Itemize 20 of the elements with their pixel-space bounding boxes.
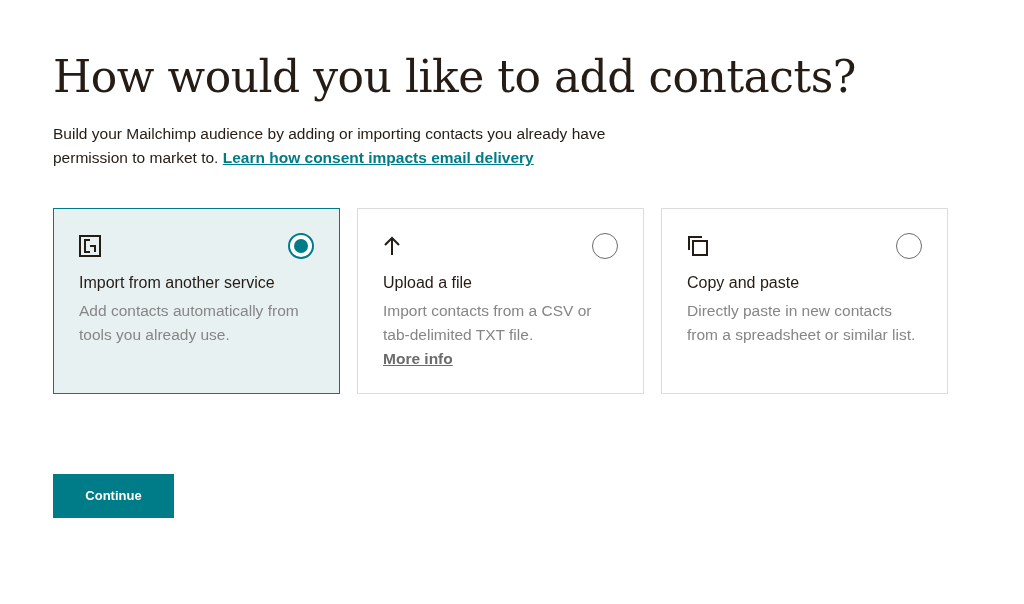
option-title: Import from another service [79,273,276,293]
bracket-square-icon [79,235,101,257]
option-description: Add contacts automatically from tools you already use. [79,301,300,345]
page-title: How would you like to add contacts? [53,50,856,104]
continue-button[interactable]: Continue [53,474,174,518]
radio-button[interactable] [592,233,618,259]
radio-button[interactable] [896,233,922,259]
consent-link[interactable]: Learn how consent impacts email delivery [222,149,534,166]
option-card[interactable]: Copy and paste Directly paste in new contacts from a spreadsheet or similar list. [661,208,948,394]
option-card[interactable]: Import from another service Add contacts automatically from tools you already use. [53,208,340,394]
arrow-up-icon [383,236,401,256]
option-description: Directly paste in new contacts from a spreadsheet or similar list. [687,301,917,345]
option-title: Copy and paste [687,273,801,293]
intro-text: Build your Mailchimp audience by adding or importing contacts you already have permission to market to. Learn how consent impacts email delivery [53,124,607,168]
radio-button[interactable] [288,233,314,259]
option-card[interactable]: Upload a file Import contacts from a CSV or tab-delimited TXT file. More info [357,208,644,394]
more-info-link[interactable]: More info [383,347,453,371]
copy-icon [687,235,709,257]
option-title: Upload a file [383,273,473,293]
option-description: Import contacts from a CSV or tab-delimited TXT file. [383,301,593,345]
